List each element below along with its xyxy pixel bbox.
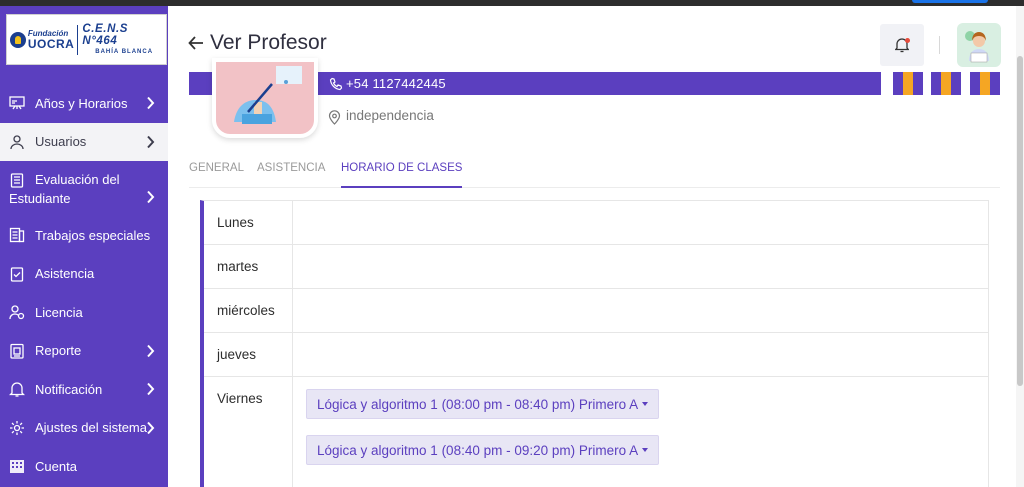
schedule-row-jueves: jueves: [204, 333, 989, 377]
notification-dot: [905, 38, 910, 43]
schedule-row-viernes: Viernes Lógica y algoritmo 1 (08:00 pm -…: [204, 377, 989, 487]
sidebar-item-reporte[interactable]: Reporte: [0, 332, 168, 371]
page-title: Ver Profesor: [210, 31, 327, 54]
caret-down-icon: [642, 402, 649, 406]
sidebar-item-label: Evaluación del: [35, 172, 120, 187]
sidebar-item-trabajos-especiales[interactable]: Trabajos especiales: [0, 216, 168, 255]
class-session-dropdown[interactable]: Lógica y algoritmo 1 (08:40 pm - 09:20 p…: [306, 435, 660, 465]
sidebar-item-usuarios[interactable]: Usuarios: [0, 122, 168, 161]
header-divider: [939, 36, 940, 54]
chevron-right-icon: [147, 135, 155, 148]
uocra-logo-mark: [10, 31, 26, 48]
chevron-right-icon: [147, 383, 155, 396]
sidebar-item-label: Licencia: [35, 304, 83, 320]
scrollbar-thumb[interactable]: [1017, 56, 1023, 386]
document-icon: [9, 227, 25, 243]
sidebar-item-notificacion[interactable]: Notificación: [0, 370, 168, 409]
users-icon: [9, 304, 25, 320]
tab-general[interactable]: GENERAL: [189, 162, 244, 188]
sidebar-item-licencia[interactable]: Licencia: [0, 293, 168, 332]
logo-uocra-text: UOCRA: [27, 36, 75, 51]
class-schedule-table: Lunes martes miércoles jueves Viernes Ló…: [200, 200, 989, 487]
school-logo[interactable]: Fundación UOCRA C.E.N.S N°464 BAHÍA BLAN…: [6, 14, 167, 65]
logo-cens-text: C.E.N.S N°464: [82, 23, 129, 47]
sidebar-item-label: Asistencia: [35, 266, 95, 282]
day-label: jueves: [217, 347, 257, 362]
chevron-right-icon: [147, 344, 155, 357]
decorative-stripes: [893, 72, 923, 95]
chevron-right-icon: [147, 421, 155, 434]
sidebar-item-label: Trabajos especiales: [35, 227, 151, 243]
day-label: martes: [217, 259, 259, 274]
class-session-label: Lógica y algoritmo 1 (08:00 pm - 08:40 p…: [317, 396, 639, 412]
profile-phone: +54 1127442445: [346, 76, 446, 91]
sidebar-item-anos-horarios[interactable]: Años y Horarios: [0, 84, 168, 123]
schedule-row-lunes: Lunes: [204, 201, 989, 245]
schedule-row-miercoles: miércoles: [204, 289, 989, 333]
sidebar-item-cuenta[interactable]: Cuenta: [0, 447, 168, 486]
sidebar-item-label: Cuenta: [35, 458, 77, 474]
back-arrow-icon[interactable]: [187, 34, 205, 52]
sidebar-item-label: Notificación: [35, 381, 103, 397]
sidebar-item-asistencia[interactable]: Asistencia: [0, 255, 168, 294]
clipboard-list-icon: [9, 172, 25, 188]
notification-button[interactable]: [880, 24, 924, 66]
profile-picture: [212, 58, 318, 138]
decorative-stripes: [931, 72, 961, 95]
logo-bahia-text: BAHÍA BLANCA: [95, 49, 154, 55]
sidebar: Fundación UOCRA C.E.N.S N°464 BAHÍA BLAN…: [0, 6, 168, 487]
building-icon: [9, 458, 25, 474]
day-label: miércoles: [217, 303, 275, 318]
user-icon: [9, 134, 25, 150]
day-label: Viernes: [217, 391, 263, 406]
browser-tab-indicator: [912, 0, 988, 3]
gear-icon: [9, 420, 25, 436]
report-icon: [9, 343, 25, 359]
decorative-stripes: [970, 72, 1000, 95]
caret-down-icon: [642, 448, 649, 452]
sidebar-item-label-line2: Estudiante: [9, 191, 71, 206]
tab-asistencia[interactable]: ASISTENCIA: [257, 162, 325, 188]
sidebar-item-ajustes[interactable]: Ajustes del sistema: [0, 409, 168, 448]
sidebar-nav: Años y Horarios Usuarios Evaluación del …: [0, 84, 168, 486]
chevron-right-icon: [147, 190, 155, 204]
location-pin-icon: [328, 110, 341, 125]
sidebar-item-label: Ajustes del sistema: [35, 420, 147, 436]
user-avatar[interactable]: [957, 23, 1001, 67]
sidebar-item-label: Años y Horarios: [35, 95, 128, 111]
phone-icon: [329, 77, 343, 91]
day-label: Lunes: [217, 215, 254, 230]
sidebar-item-label: Reporte: [35, 343, 82, 359]
checklist-icon: [9, 266, 25, 282]
class-session-dropdown[interactable]: Lógica y algoritmo 1 (08:00 pm - 08:40 p…: [306, 389, 660, 419]
tab-horario-de-clases[interactable]: HORARIO DE CLASES: [341, 162, 463, 188]
schedule-row-martes: martes: [204, 245, 989, 289]
profile-location: independencia: [346, 108, 434, 123]
profile-tabs: GENERAL ASISTENCIA HORARIO DE CLASES: [189, 162, 1000, 188]
logo-divider: [77, 24, 79, 55]
vertical-scrollbar[interactable]: [1016, 6, 1024, 487]
main-content: Ver Profesor +54 1127442445 independenci…: [168, 6, 1024, 487]
bell-icon: [9, 381, 25, 397]
class-session-label: Lógica y algoritmo 1 (08:40 pm - 09:20 p…: [317, 442, 639, 458]
chevron-right-icon: [147, 97, 155, 110]
sidebar-item-label: Usuarios: [35, 134, 87, 150]
sidebar-item-evaluacion[interactable]: Evaluación del Estudiante: [0, 161, 168, 216]
easel-icon: [9, 95, 25, 111]
